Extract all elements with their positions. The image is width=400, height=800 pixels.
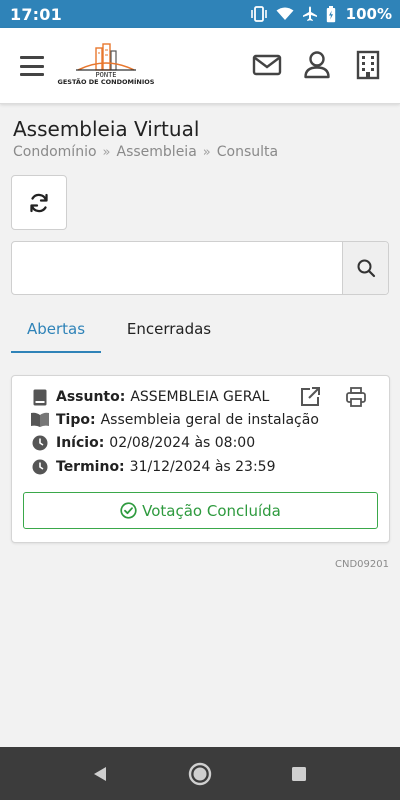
open-external-icon[interactable] — [299, 386, 321, 408]
search-icon — [357, 259, 375, 278]
building-icon[interactable] — [353, 50, 383, 80]
system-nav-bar — [0, 747, 400, 800]
recents-icon[interactable] — [286, 761, 312, 787]
ponte-logo: PONTE GESTÃO DE CONDOMÍNIOS — [56, 42, 156, 88]
status-time: 17:01 — [10, 4, 62, 24]
assunto-value: ASSEMBLEIA GERAL — [130, 389, 270, 405]
home-icon[interactable] — [187, 761, 213, 787]
back-icon[interactable] — [87, 761, 113, 787]
wifi-icon — [276, 7, 294, 20]
logo-subtitle: GESTÃO DE CONDOMÍNIOS — [57, 78, 155, 86]
status-bar: 17:01 100% — [0, 0, 400, 28]
breadcrumb-separator-icon: » — [202, 144, 211, 160]
battery-level: 100% — [345, 5, 392, 23]
breadcrumb-separator-icon: » — [102, 144, 111, 160]
tipo-label: Tipo: — [56, 412, 96, 428]
termino-value: 31/12/2024 às 23:59 — [129, 459, 276, 475]
mail-icon[interactable] — [252, 50, 282, 80]
open-book-icon — [30, 411, 50, 429]
clock-icon — [30, 434, 50, 452]
tabs: Abertas Encerradas — [11, 312, 389, 353]
search-button[interactable] — [342, 242, 388, 294]
row-inicio: Início: 02/08/2024 às 08:00 — [30, 434, 255, 452]
status-icons: 100% — [250, 5, 392, 23]
vibrate-icon — [250, 6, 267, 22]
search-box — [11, 241, 389, 295]
row-assunto: Assunto: ASSEMBLEIA GERAL — [30, 388, 269, 406]
check-circle-icon — [120, 502, 137, 519]
app-header: PONTE GESTÃO DE CONDOMÍNIOS — [0, 28, 400, 104]
breadcrumb-item-condominio[interactable]: Condomínio — [13, 144, 97, 160]
termino-label: Termino: — [56, 459, 125, 475]
assembly-card: Assunto: ASSEMBLEIA GERAL Tipo: Assemble… — [11, 375, 390, 543]
vote-status-button[interactable]: Votação Concluída — [23, 492, 378, 529]
airplane-icon — [302, 6, 317, 21]
tab-abertas[interactable]: Abertas — [11, 312, 101, 353]
search-input[interactable] — [12, 242, 342, 294]
clock-icon — [30, 458, 50, 476]
user-icon[interactable] — [302, 50, 332, 80]
refresh-icon — [30, 193, 48, 212]
assunto-label: Assunto: — [56, 389, 126, 405]
menu-icon[interactable] — [20, 56, 44, 76]
tipo-value: Assembleia geral de instalação — [100, 412, 319, 428]
refresh-button[interactable] — [11, 175, 67, 230]
screen-code: CND09201 — [335, 559, 389, 570]
book-icon — [30, 388, 50, 406]
inicio-value: 02/08/2024 às 08:00 — [109, 435, 256, 451]
page-title: Assembleia Virtual — [13, 117, 200, 141]
battery-icon — [326, 5, 335, 22]
breadcrumb: Condomínio » Assembleia » Consulta — [13, 144, 278, 160]
inicio-label: Início: — [56, 435, 105, 451]
breadcrumb-item-assembleia[interactable]: Assembleia — [117, 144, 197, 160]
row-tipo: Tipo: Assembleia geral de instalação — [30, 411, 319, 429]
print-icon[interactable] — [345, 386, 367, 408]
tab-encerradas[interactable]: Encerradas — [116, 312, 222, 353]
breadcrumb-item-consulta: Consulta — [216, 144, 279, 160]
vote-status-label: Votação Concluída — [142, 501, 281, 520]
row-termino: Termino: 31/12/2024 às 23:59 — [30, 458, 275, 476]
